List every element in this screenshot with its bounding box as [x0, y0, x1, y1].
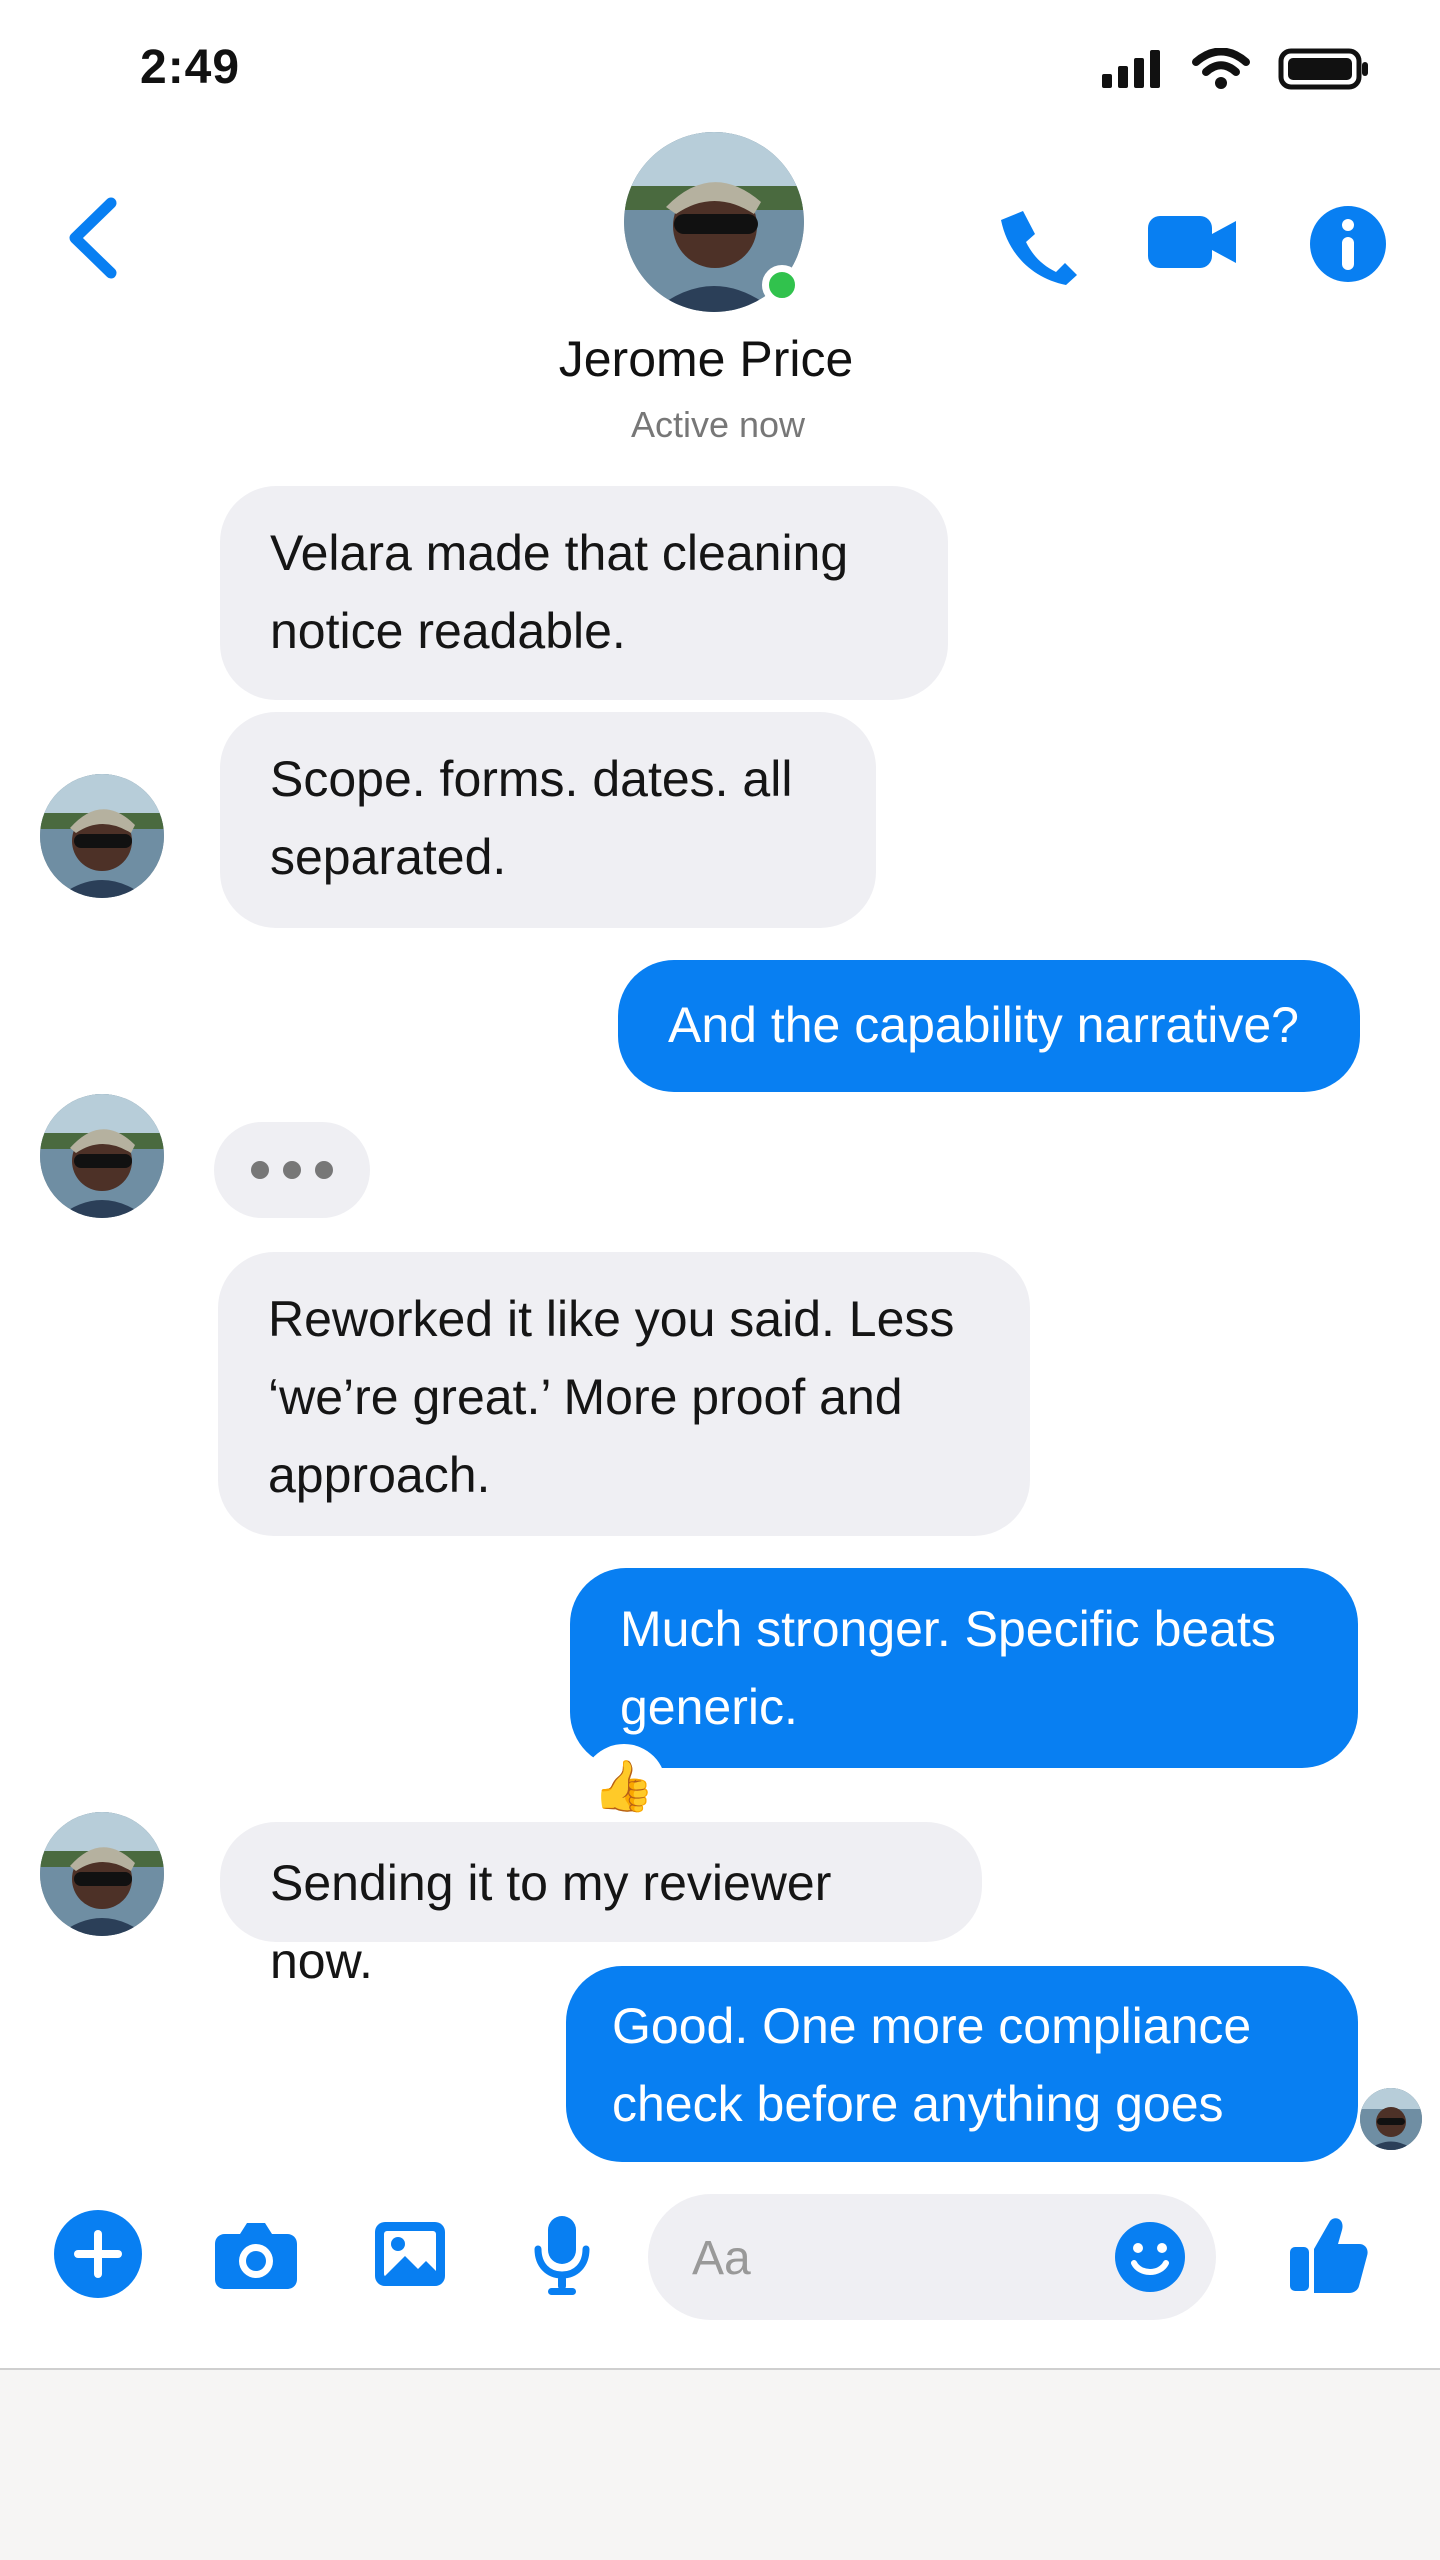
contact-status: Active now: [630, 404, 806, 445]
message-bubble-incoming[interactable]: Scope. forms. dates. all separated.: [220, 712, 876, 928]
thumbs-up-icon: [1290, 2218, 1368, 2293]
chevron-left-icon: [69, 197, 117, 279]
read-receipt-avatar: [1360, 2088, 1422, 2150]
message-bubble-outgoing[interactable]: Good. One more compliance check before a…: [566, 1966, 1358, 2210]
microphone-icon: [534, 2216, 590, 2295]
call-button[interactable]: [994, 196, 1090, 292]
message-bubble-outgoing[interactable]: And the capability narrative?: [618, 960, 1360, 1092]
video-icon: [1148, 216, 1236, 268]
wifi-icon: [1192, 48, 1250, 89]
message-bubble-outgoing[interactable]: Much stronger. Specific beats generic.: [570, 1568, 1358, 1768]
sender-avatar[interactable]: [40, 1812, 164, 1936]
message-bubble-incoming[interactable]: Sending it to my reviewer now.: [220, 1822, 982, 1989]
conversation-info-button[interactable]: [1298, 194, 1398, 294]
emoji-button[interactable]: [1102, 2209, 1198, 2305]
message-input-container[interactable]: [648, 2194, 1216, 2322]
thumbs-up-reaction-icon: 👍: [592, 1757, 656, 1814]
gallery-button[interactable]: [364, 2208, 456, 2300]
battery-icon: [1278, 48, 1368, 90]
message-bubble-incoming[interactable]: Reworked it like you said. Less ‘we’re g…: [218, 1252, 1030, 1536]
sender-avatar[interactable]: [40, 774, 164, 898]
contact-name: Jerome Price: [558, 331, 854, 387]
typing-indicator: [214, 1122, 370, 1218]
typing-dot: [251, 1161, 269, 1179]
message-reaction[interactable]: 👍: [582, 1744, 666, 1828]
message-text: Reworked it like you said. Less ‘we’re g…: [268, 1291, 955, 1503]
image-icon: [375, 2222, 445, 2286]
message-text: Scope. forms. dates. all separated.: [270, 751, 793, 885]
info-icon: [1310, 206, 1386, 282]
video-call-button[interactable]: [1144, 206, 1240, 278]
message-text: And the capability narrative?: [668, 997, 1299, 1053]
camera-icon: [215, 2223, 297, 2289]
typing-dot: [283, 1161, 301, 1179]
camera-button[interactable]: [210, 2208, 302, 2300]
like-button[interactable]: [1282, 2208, 1374, 2300]
message-input[interactable]: [690, 2194, 1108, 2322]
message-text: Good. One more compliance check before a…: [612, 1998, 1252, 2210]
message-bubble-incoming[interactable]: Velara made that cleaning notice readabl…: [220, 486, 948, 700]
message-text: Velara made that cleaning notice readabl…: [270, 525, 849, 659]
phone-icon: [1001, 211, 1077, 285]
signal-icon: [1102, 50, 1160, 88]
status-icons: [1102, 48, 1370, 90]
home-indicator-area: [0, 2370, 1440, 2560]
plus-icon: [54, 2210, 142, 2298]
back-button[interactable]: [52, 190, 132, 286]
smiley-icon: [1115, 2222, 1185, 2292]
typing-dot: [315, 1161, 333, 1179]
status-time: 2:49: [140, 41, 241, 94]
message-text: Much stronger. Specific beats generic.: [620, 1601, 1276, 1735]
more-actions-button[interactable]: [52, 2208, 144, 2300]
voice-message-button[interactable]: [516, 2208, 608, 2300]
sender-avatar[interactable]: [40, 1094, 164, 1218]
online-status-indicator: [762, 265, 802, 305]
